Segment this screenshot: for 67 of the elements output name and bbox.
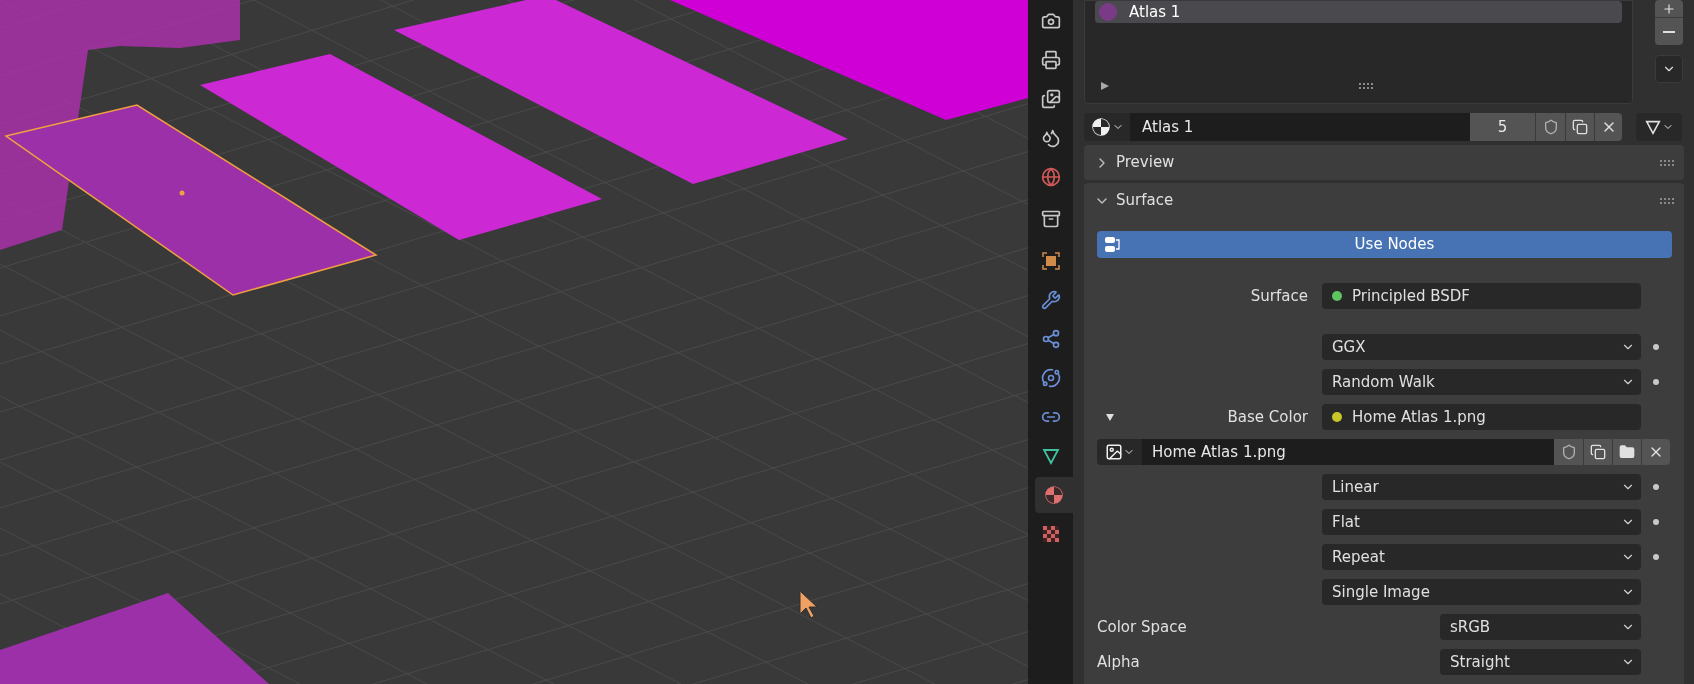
orbit-icon xyxy=(1040,368,1061,388)
duplicate-button[interactable] xyxy=(1583,439,1612,465)
mouse-cursor-icon xyxy=(799,590,818,619)
field-label: Color Space xyxy=(1097,616,1188,638)
dropdown[interactable]: Linear xyxy=(1322,474,1641,500)
user-count[interactable]: 5 xyxy=(1470,113,1535,141)
open-file-button[interactable] xyxy=(1612,439,1641,465)
folder-icon xyxy=(1619,444,1635,460)
camera-icon xyxy=(1040,11,1061,31)
add-slot-button[interactable] xyxy=(1655,0,1683,17)
nodes-icon xyxy=(1040,329,1061,349)
material-sphere-icon xyxy=(1044,485,1064,505)
dropdown[interactable]: Straight xyxy=(1440,649,1641,675)
archive-box-icon xyxy=(1040,209,1061,229)
material-browse-button[interactable] xyxy=(1084,113,1130,141)
use-nodes-button[interactable]: Use Nodes xyxy=(1097,231,1672,258)
material-name-field[interactable]: Atlas 1 xyxy=(1130,113,1470,141)
dropdown[interactable]: GGX xyxy=(1322,334,1641,360)
panel-header[interactable]: Surface xyxy=(1084,183,1684,218)
unlink-button[interactable] xyxy=(1594,113,1622,141)
node-link-field[interactable]: Principled BSDF xyxy=(1322,283,1641,309)
origin-dot xyxy=(179,190,185,196)
properties-tab[interactable] xyxy=(1035,477,1073,513)
grip-icon xyxy=(1660,159,1674,166)
triangle-mesh-icon xyxy=(1644,118,1662,136)
grip-icon xyxy=(1660,197,1674,204)
expand-triangle-icon[interactable] xyxy=(1105,412,1115,422)
dropdown[interactable]: Single Image xyxy=(1322,579,1641,605)
triangle-mesh-icon xyxy=(1040,446,1061,466)
image-name-field[interactable]: Home Atlas 1.png xyxy=(1142,439,1554,465)
field-label: Alpha xyxy=(1097,651,1141,673)
unlink-button[interactable] xyxy=(1641,439,1670,465)
play-triangle-icon[interactable] xyxy=(1100,81,1110,91)
shield-icon xyxy=(1542,119,1559,135)
dropdown[interactable]: Repeat xyxy=(1322,544,1641,570)
link-type-button[interactable] xyxy=(1636,113,1682,141)
wrench-icon xyxy=(1040,290,1061,310)
remove-slot-button[interactable] xyxy=(1655,17,1683,45)
minus-icon xyxy=(1663,30,1675,33)
panel-header[interactable]: Preview xyxy=(1084,145,1684,180)
globe-icon xyxy=(1040,167,1061,187)
image-browse-button[interactable] xyxy=(1097,439,1142,465)
images-icon xyxy=(1040,89,1061,109)
checker-icon xyxy=(1040,524,1061,544)
field-label: Base Color xyxy=(1227,406,1308,428)
copy-icon xyxy=(1572,119,1588,135)
duplicate-button[interactable] xyxy=(1565,113,1594,141)
shield-icon xyxy=(1560,444,1577,460)
panel-title: Preview xyxy=(1116,152,1175,174)
fake-user-button[interactable] xyxy=(1535,113,1565,141)
image-icon xyxy=(1104,443,1123,461)
panel-title: Surface xyxy=(1116,190,1174,212)
node-link-field[interactable]: Home Atlas 1.png xyxy=(1322,404,1641,430)
material-slot[interactable]: Atlas 1 xyxy=(1095,1,1622,23)
dropdown[interactable]: Random Walk xyxy=(1322,369,1641,395)
plus-icon xyxy=(1662,1,1676,16)
dropdown[interactable]: Flat xyxy=(1322,509,1641,535)
material-sphere-icon xyxy=(1090,117,1111,137)
square-icon xyxy=(1040,251,1061,271)
dropdown[interactable]: sRGB xyxy=(1440,614,1641,640)
copy-icon xyxy=(1590,444,1606,460)
printer-icon xyxy=(1040,50,1061,70)
grip-icon xyxy=(1359,83,1373,89)
droplets-icon xyxy=(1040,128,1061,148)
field-label: Surface xyxy=(1250,285,1308,307)
node-tree-icon xyxy=(1103,234,1123,255)
fake-user-button[interactable] xyxy=(1554,439,1583,465)
